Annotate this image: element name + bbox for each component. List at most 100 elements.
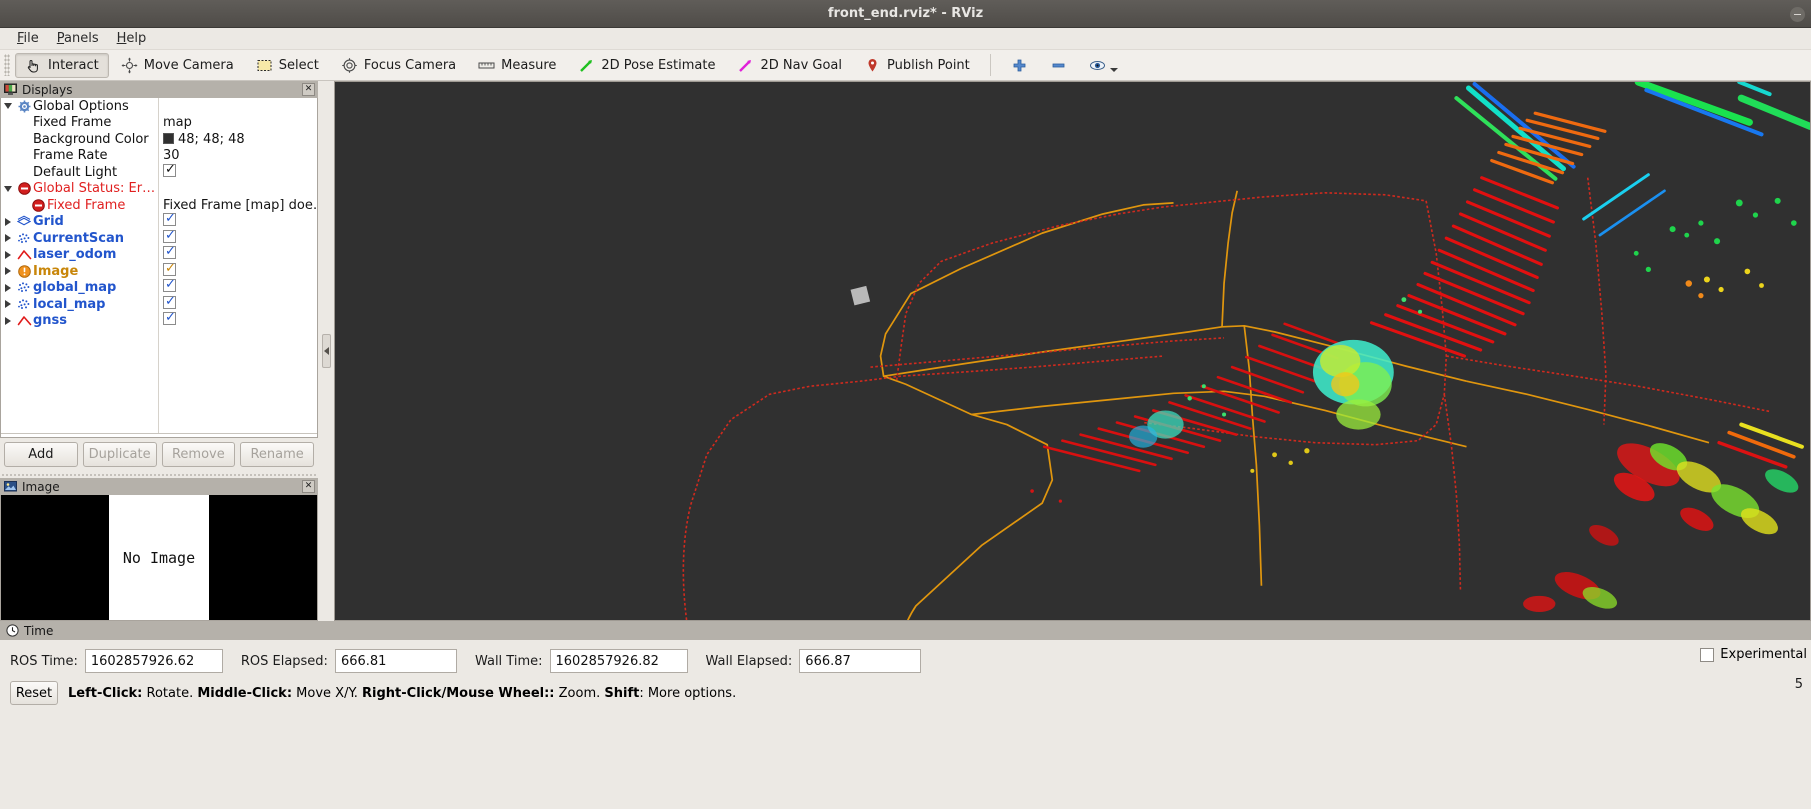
background-color-value[interactable]: 48; 48; 48 bbox=[163, 132, 245, 147]
tool-add-view[interactable] bbox=[1001, 53, 1038, 78]
tree-row-default-light[interactable]: Default Light bbox=[1, 162, 317, 181]
error-icon bbox=[15, 182, 33, 196]
tool-interact[interactable]: Interact bbox=[15, 52, 109, 78]
expand-toggle[interactable] bbox=[1, 103, 15, 110]
tree-row-laser-odom[interactable]: laser_odom bbox=[1, 244, 317, 264]
close-icon[interactable]: ✕ bbox=[302, 83, 315, 96]
background-color-text: 48; 48; 48 bbox=[178, 131, 245, 147]
tree-label: Global Status: Er… bbox=[33, 181, 156, 197]
tree-row-global-options[interactable]: Global Options bbox=[1, 98, 317, 115]
duplicate-button[interactable]: Duplicate bbox=[82, 442, 157, 467]
tree-label: Image bbox=[33, 263, 79, 279]
tool-select[interactable]: Select bbox=[246, 53, 329, 78]
tree-row-gnss[interactable]: gnss bbox=[1, 310, 317, 330]
toolbar-drag-handle[interactable] bbox=[4, 54, 10, 76]
tool-remove-view[interactable] bbox=[1040, 53, 1077, 78]
gnss-checkbox[interactable] bbox=[163, 310, 176, 326]
reset-button[interactable]: Reset bbox=[10, 681, 58, 705]
expand-toggle[interactable] bbox=[1, 185, 15, 192]
hint-zoom: Zoom. bbox=[554, 685, 605, 701]
tree-row-fixed-frame[interactable]: Fixed Frame map bbox=[1, 115, 317, 132]
panel-collapse-handle[interactable] bbox=[321, 334, 331, 368]
rename-button[interactable]: Rename bbox=[240, 442, 314, 467]
tree-row-local-map[interactable]: local_map bbox=[1, 294, 317, 313]
tool-move-camera-label: Move Camera bbox=[143, 57, 234, 73]
tree-row-image[interactable]: Image bbox=[1, 261, 317, 280]
menu-help-rest: elp bbox=[126, 31, 147, 46]
render-viewport[interactable] bbox=[334, 81, 1811, 621]
tree-row-frame-rate[interactable]: Frame Rate 30 bbox=[1, 148, 317, 165]
expand-toggle[interactable] bbox=[1, 283, 15, 292]
tree-row-background-color[interactable]: Background Color 48; 48; 48 bbox=[1, 131, 317, 148]
image-checkbox[interactable] bbox=[163, 261, 176, 276]
add-button[interactable]: Add bbox=[4, 442, 78, 467]
tool-publish-point[interactable]: Publish Point bbox=[854, 53, 980, 78]
move-camera-icon bbox=[121, 57, 138, 74]
tree-label: Fixed Frame bbox=[47, 197, 126, 213]
experimental-label: Experimental bbox=[1720, 647, 1807, 662]
tree-row-global-status[interactable]: Global Status: Er… bbox=[1, 181, 317, 198]
displays-detail-area bbox=[1, 434, 317, 437]
window-minimize-button[interactable] bbox=[1790, 6, 1805, 22]
local-map-checkbox[interactable] bbox=[163, 294, 176, 309]
no-image-label: No Image bbox=[122, 548, 196, 567]
tool-focus-camera[interactable]: Focus Camera bbox=[331, 53, 466, 78]
panel-splitter[interactable] bbox=[318, 81, 334, 621]
menu-help[interactable]: Help bbox=[108, 29, 156, 48]
ros-time-input[interactable] bbox=[84, 649, 223, 673]
ros-elapsed-input[interactable] bbox=[334, 649, 457, 673]
tool-2d-nav-goal[interactable]: 2D Nav Goal bbox=[727, 53, 852, 78]
close-icon[interactable]: ✕ bbox=[302, 480, 315, 493]
tree-label: laser_odom bbox=[33, 247, 117, 263]
menu-file[interactable]: File bbox=[8, 29, 48, 48]
default-light-checkbox-wrap[interactable] bbox=[163, 162, 176, 181]
tree-row-currentscan[interactable]: CurrentScan bbox=[1, 228, 317, 247]
experimental-checkbox[interactable] bbox=[1700, 647, 1715, 662]
tree-row-status-fixed-frame[interactable]: Fixed Frame Fixed Frame [map] doe… bbox=[1, 197, 317, 214]
dock-splitter-handle[interactable] bbox=[0, 471, 318, 478]
expand-toggle[interactable] bbox=[1, 250, 15, 259]
select-rect-icon bbox=[256, 57, 273, 74]
tree-row-grid[interactable]: Grid bbox=[1, 211, 317, 231]
laser-odom-checkbox[interactable] bbox=[163, 244, 176, 260]
displays-dock-titlebar: Displays ✕ bbox=[0, 81, 318, 98]
plus-icon bbox=[1011, 57, 1028, 74]
expand-toggle[interactable] bbox=[1, 267, 15, 276]
displays-tree[interactable]: Global Options Fixed Frame map Backgroun… bbox=[1, 98, 317, 434]
gnss-checkbox-wrap[interactable] bbox=[163, 310, 176, 329]
wall-elapsed-input[interactable] bbox=[799, 649, 922, 673]
expand-toggle[interactable] bbox=[1, 217, 15, 226]
hint-shift: Shift bbox=[604, 685, 640, 701]
expand-toggle[interactable] bbox=[1, 316, 15, 325]
ros-time-label: ROS Time: bbox=[10, 653, 78, 669]
tool-2d-pose-estimate[interactable]: 2D Pose Estimate bbox=[568, 53, 725, 78]
expand-toggle[interactable] bbox=[1, 300, 15, 309]
grid-checkbox[interactable] bbox=[163, 211, 176, 227]
fixed-frame-value[interactable]: map bbox=[163, 115, 192, 130]
currentscan-checkbox[interactable] bbox=[163, 228, 176, 243]
tree-row-global-map[interactable]: global_map bbox=[1, 277, 317, 297]
tree-label: Frame Rate bbox=[33, 148, 108, 164]
hint-rotate: Rotate. bbox=[142, 685, 198, 701]
remove-button[interactable]: Remove bbox=[161, 442, 236, 467]
tool-view-visibility[interactable] bbox=[1079, 53, 1128, 78]
default-light-checkbox[interactable] bbox=[163, 162, 176, 177]
tool-publish-point-label: Publish Point bbox=[887, 57, 970, 73]
expand-toggle[interactable] bbox=[1, 234, 15, 243]
window-titlebar: front_end.rviz* - RViz bbox=[0, 0, 1811, 28]
menu-panels-rest: anels bbox=[64, 31, 99, 46]
menu-panels[interactable]: Panels bbox=[48, 29, 108, 48]
time-panel: Time ROS Time: ROS Elapsed: Wall Time: W… bbox=[0, 621, 1811, 809]
viewport-background bbox=[335, 82, 1810, 620]
wall-time-input[interactable] bbox=[549, 649, 688, 673]
tool-measure[interactable]: Measure bbox=[468, 53, 566, 78]
experimental-toggle[interactable]: Experimental bbox=[1700, 647, 1807, 662]
grid-icon bbox=[15, 215, 33, 228]
image-icon bbox=[4, 480, 17, 493]
tool-move-camera[interactable]: Move Camera bbox=[111, 53, 244, 78]
global-map-checkbox[interactable] bbox=[163, 277, 176, 293]
displays-dock-title: Displays bbox=[22, 82, 73, 97]
image-panel[interactable]: No Image bbox=[0, 495, 318, 621]
clock-icon bbox=[6, 624, 19, 637]
path-icon bbox=[15, 314, 33, 327]
